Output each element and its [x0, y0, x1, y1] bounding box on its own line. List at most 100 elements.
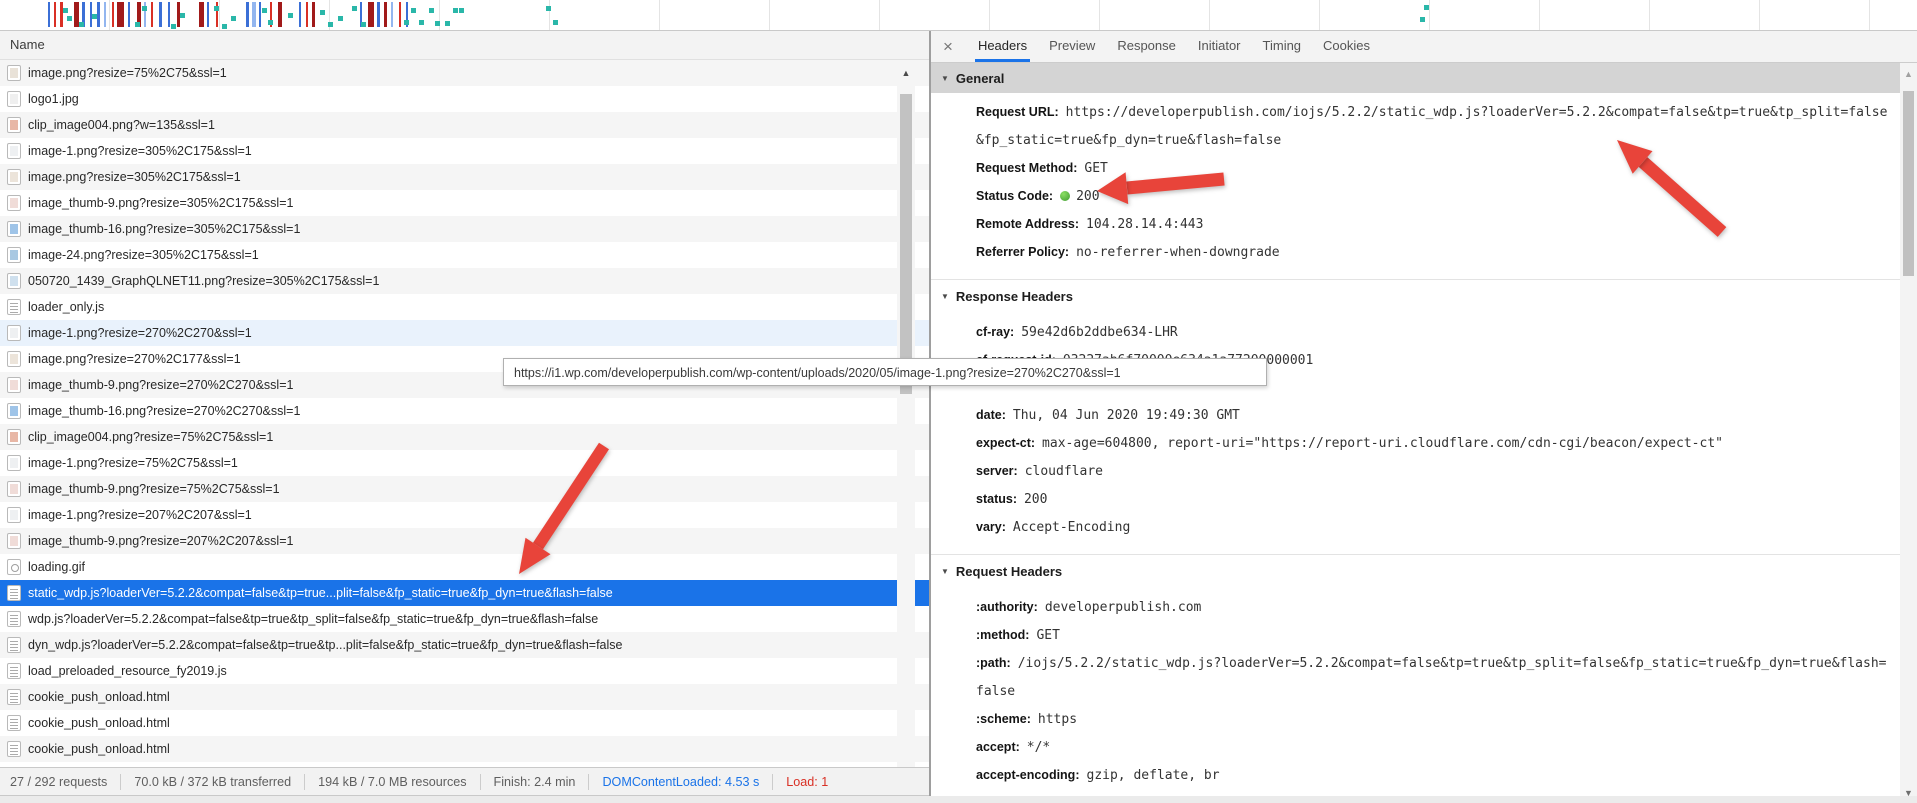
image-file-icon [7, 65, 21, 81]
network-request-row[interactable]: loader_only.js [0, 294, 930, 320]
network-request-row[interactable]: image.png?resize=75%2C75&ssl=1 [0, 60, 930, 86]
status-bar-item: 194 kB / 7.0 MB resources [304, 773, 479, 790]
section-body: cf-ray:59e42d6b2ddbe634-LHRcf-request-id… [931, 313, 1900, 551]
timeline-request-dot [1420, 17, 1425, 22]
header-field-value: developerpublish.com [1044, 600, 1202, 615]
image-file-icon [7, 195, 21, 211]
network-request-row[interactable]: load_preloaded_resource_fy2019.js [0, 658, 930, 684]
document-file-icon [7, 637, 21, 653]
timeline-request-dot [92, 14, 97, 19]
network-request-row[interactable]: wdp.js?loaderVer=5.2.2&compat=false&tp=t… [0, 606, 930, 632]
network-request-row[interactable]: cookie_push_onload.html [0, 710, 930, 736]
request-name-label: dyn_wdp.js?loaderVer=5.2.2&compat=false&… [28, 638, 623, 652]
header-field: Remote Address: 104.28.14.4:443 [976, 210, 1890, 238]
timeline-activity-bar [54, 2, 56, 27]
details-tab-bar: × Headers Preview Response Initiator Timing C… [931, 31, 1917, 63]
request-name-label: load_preloaded_resource_fy2019.js [28, 664, 227, 678]
timeline-request-dot [222, 24, 227, 29]
network-request-row[interactable]: image-24.png?resize=305%2C175&ssl=1 [0, 242, 930, 268]
section-header-general[interactable]: ▼ General [931, 63, 1900, 93]
status-bar-item: DOMContentLoaded: 4.53 s [588, 773, 772, 790]
network-request-row[interactable]: 050720_1439_GraphQLNET11.png?resize=305%… [0, 268, 930, 294]
request-name-label: image-1.png?resize=207%2C207&ssl=1 [28, 508, 252, 522]
request-name-label: image_thumb-9.png?resize=75%2C75&ssl=1 [28, 482, 280, 496]
timeline-request-dot [328, 22, 333, 27]
timeline-activity-bar [252, 2, 256, 27]
timeline-activity-bar [97, 2, 100, 27]
section-title: Response Headers [955, 289, 1073, 304]
header-field-label: Remote Address: [976, 217, 1080, 231]
tab-initiator[interactable]: Initiator [1187, 31, 1252, 62]
timeline-request-dot [459, 8, 464, 13]
network-request-row[interactable]: cookie_push_onload.html [0, 684, 930, 710]
network-request-row[interactable]: image.png?resize=305%2C175&ssl=1 [0, 164, 930, 190]
network-request-row[interactable]: image-1.png?resize=270%2C270&ssl=1 [0, 320, 930, 346]
scrollbar-thumb[interactable] [1903, 91, 1914, 276]
timeline-request-dot [180, 13, 185, 18]
request-name-label: image_thumb-16.png?resize=270%2C270&ssl=… [28, 404, 301, 418]
header-field: Request URL: https://developerpublish.com… [976, 98, 1890, 154]
timeline-request-dot [453, 8, 458, 13]
network-request-row[interactable]: clip_image004.png?resize=75%2C75&ssl=1 [0, 424, 930, 450]
image-file-icon [7, 377, 21, 393]
network-request-row[interactable]: image-1.png?resize=305%2C175&ssl=1 [0, 138, 930, 164]
image-file-icon [7, 273, 21, 289]
header-field-label: :method: [976, 628, 1030, 642]
image-file-icon [7, 507, 21, 523]
header-field-label: Referrer Policy: [976, 245, 1070, 259]
header-field-value: Thu, 04 Jun 2020 19:49:30 GMT [1012, 408, 1240, 423]
network-request-row[interactable]: loading.gif [0, 554, 930, 580]
chevron-down-icon: ▼ [941, 567, 949, 576]
network-request-row[interactable]: image_thumb-9.png?resize=305%2C175&ssl=1 [0, 190, 930, 216]
timeline-request-dot [338, 16, 343, 21]
tab-timing[interactable]: Timing [1252, 31, 1313, 62]
timeline-request-dot [63, 8, 68, 13]
column-header-name[interactable]: Name [0, 31, 930, 60]
network-request-row[interactable]: static_wdp.js?loaderVer=5.2.2&compat=fal… [0, 580, 930, 606]
panel-divider[interactable] [929, 31, 931, 803]
scroll-up-icon[interactable]: ▲ [897, 68, 915, 78]
timeline-activity-bar [306, 2, 308, 27]
timeline-request-dot [361, 22, 366, 27]
network-request-row[interactable]: cookie_push_onload.html [0, 736, 930, 762]
header-field: :method: GET [976, 621, 1890, 649]
request-name-label: image_thumb-9.png?resize=305%2C175&ssl=1 [28, 196, 294, 210]
header-field-label: :authority: [976, 600, 1038, 614]
section-header-request-headers[interactable]: ▼ Request Headers [931, 554, 1900, 588]
network-request-row[interactable]: dyn_wdp.js?loaderVer=5.2.2&compat=false&… [0, 632, 930, 658]
network-request-row[interactable]: image_thumb-16.png?resize=305%2C175&ssl=… [0, 216, 930, 242]
request-name-label: image-24.png?resize=305%2C175&ssl=1 [28, 248, 259, 262]
header-field-value: Accept-Encoding [1012, 520, 1131, 535]
network-overview-timeline[interactable] [0, 0, 1917, 31]
details-scrollbar[interactable]: ▲ ▼ [1900, 63, 1917, 803]
network-request-row[interactable]: logo1.jpg [0, 86, 930, 112]
tab-response[interactable]: Response [1106, 31, 1187, 62]
section-header-response-headers[interactable]: ▼ Response Headers [931, 279, 1900, 313]
header-field: accept-encoding: gzip, deflate, br [976, 761, 1890, 789]
tab-preview[interactable]: Preview [1038, 31, 1106, 62]
request-list-scrollbar[interactable]: ▲ ▼ [897, 60, 915, 799]
header-field: Request Method: GET [976, 154, 1890, 182]
header-field: Referrer Policy: no-referrer-when-downgra… [976, 238, 1890, 266]
image-file-icon [7, 325, 21, 341]
document-file-icon [7, 611, 21, 627]
chevron-down-icon: ▼ [941, 292, 949, 301]
header-field: Status Code: 200 [976, 182, 1890, 210]
tab-headers[interactable]: Headers [967, 31, 1038, 62]
tab-cookies[interactable]: Cookies [1312, 31, 1381, 62]
header-field-value: */* [1026, 740, 1051, 755]
network-request-row[interactable]: image-1.png?resize=207%2C207&ssl=1 [0, 502, 930, 528]
section-title: General [955, 70, 1005, 86]
scrollbar-thumb[interactable] [900, 94, 912, 394]
network-request-row[interactable]: image_thumb-9.png?resize=75%2C75&ssl=1 [0, 476, 930, 502]
scroll-up-icon[interactable]: ▲ [1900, 69, 1917, 79]
network-request-row[interactable]: clip_image004.png?w=135&ssl=1 [0, 112, 930, 138]
network-request-row[interactable]: image-1.png?resize=75%2C75&ssl=1 [0, 450, 930, 476]
timeline-request-dot [231, 16, 236, 21]
network-request-row[interactable]: image_thumb-16.png?resize=270%2C270&ssl=… [0, 398, 930, 424]
network-request-row[interactable]: image_thumb-9.png?resize=207%2C207&ssl=1 [0, 528, 930, 554]
request-name-label: loading.gif [28, 560, 85, 574]
close-icon[interactable]: × [931, 32, 967, 62]
timeline-request-dot [262, 8, 267, 13]
header-field: status: 200 [976, 485, 1890, 513]
